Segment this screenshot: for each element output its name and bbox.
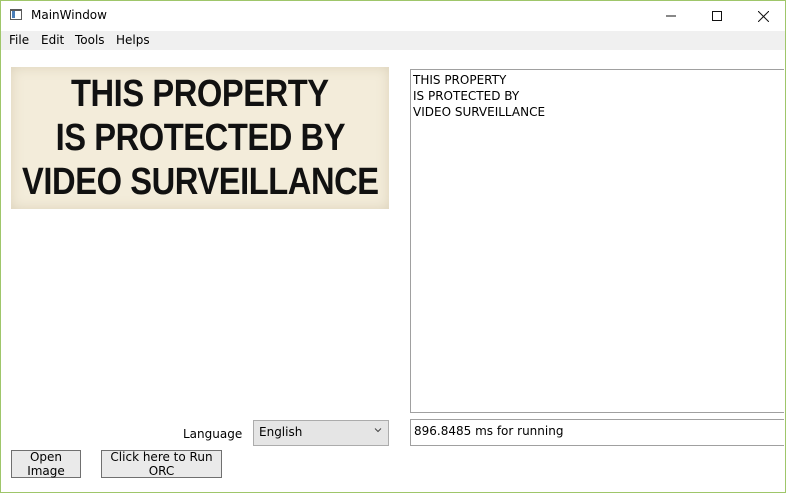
run-ocr-button[interactable]: Click here to Run ORC xyxy=(101,450,222,478)
open-image-button[interactable]: Open Image xyxy=(11,450,81,478)
minimize-icon xyxy=(666,15,676,17)
ocr-result-line: VIDEO SURVEILLANCE xyxy=(413,105,546,119)
minimize-button[interactable] xyxy=(648,1,694,31)
image-preview: THIS PROPERTY IS PROTECTED BY VIDEO SURV… xyxy=(11,67,389,209)
close-button[interactable] xyxy=(740,1,785,31)
ocr-result-line: IS PROTECTED BY xyxy=(413,89,520,103)
ocr-result-line: THIS PROPERTY xyxy=(413,73,507,87)
sign-text-line: IS PROTECTED BY xyxy=(55,117,345,159)
close-icon xyxy=(757,10,769,22)
sign-text-line: THIS PROPERTY xyxy=(71,73,329,115)
menu-helps[interactable]: Helps xyxy=(116,33,150,47)
ocr-result-textbox[interactable]: THIS PROPERTY IS PROTECTED BY VIDEO SURV… xyxy=(410,69,784,413)
menu-bar: File Edit Tools Helps xyxy=(1,31,785,50)
app-window-icon xyxy=(10,9,22,20)
sign-text-line: VIDEO SURVEILLANCE xyxy=(21,161,379,203)
language-selected-value: English xyxy=(259,425,303,439)
language-label: Language xyxy=(183,427,243,441)
menu-file[interactable]: File xyxy=(9,33,29,47)
main-window: MainWindow File Edit Tools Helps THIS PR… xyxy=(0,0,786,493)
timing-status-text: 896.8485 ms for running xyxy=(414,424,564,438)
window-title: MainWindow xyxy=(31,8,107,22)
maximize-button[interactable] xyxy=(694,1,740,31)
timing-status-box[interactable]: 896.8485 ms for running xyxy=(410,419,784,446)
maximize-icon xyxy=(712,11,722,21)
menu-tools[interactable]: Tools xyxy=(75,33,105,47)
menu-edit[interactable]: Edit xyxy=(41,33,64,47)
title-bar[interactable]: MainWindow xyxy=(1,1,785,31)
chevron-down-icon xyxy=(374,426,382,437)
language-select[interactable]: English xyxy=(253,420,389,446)
